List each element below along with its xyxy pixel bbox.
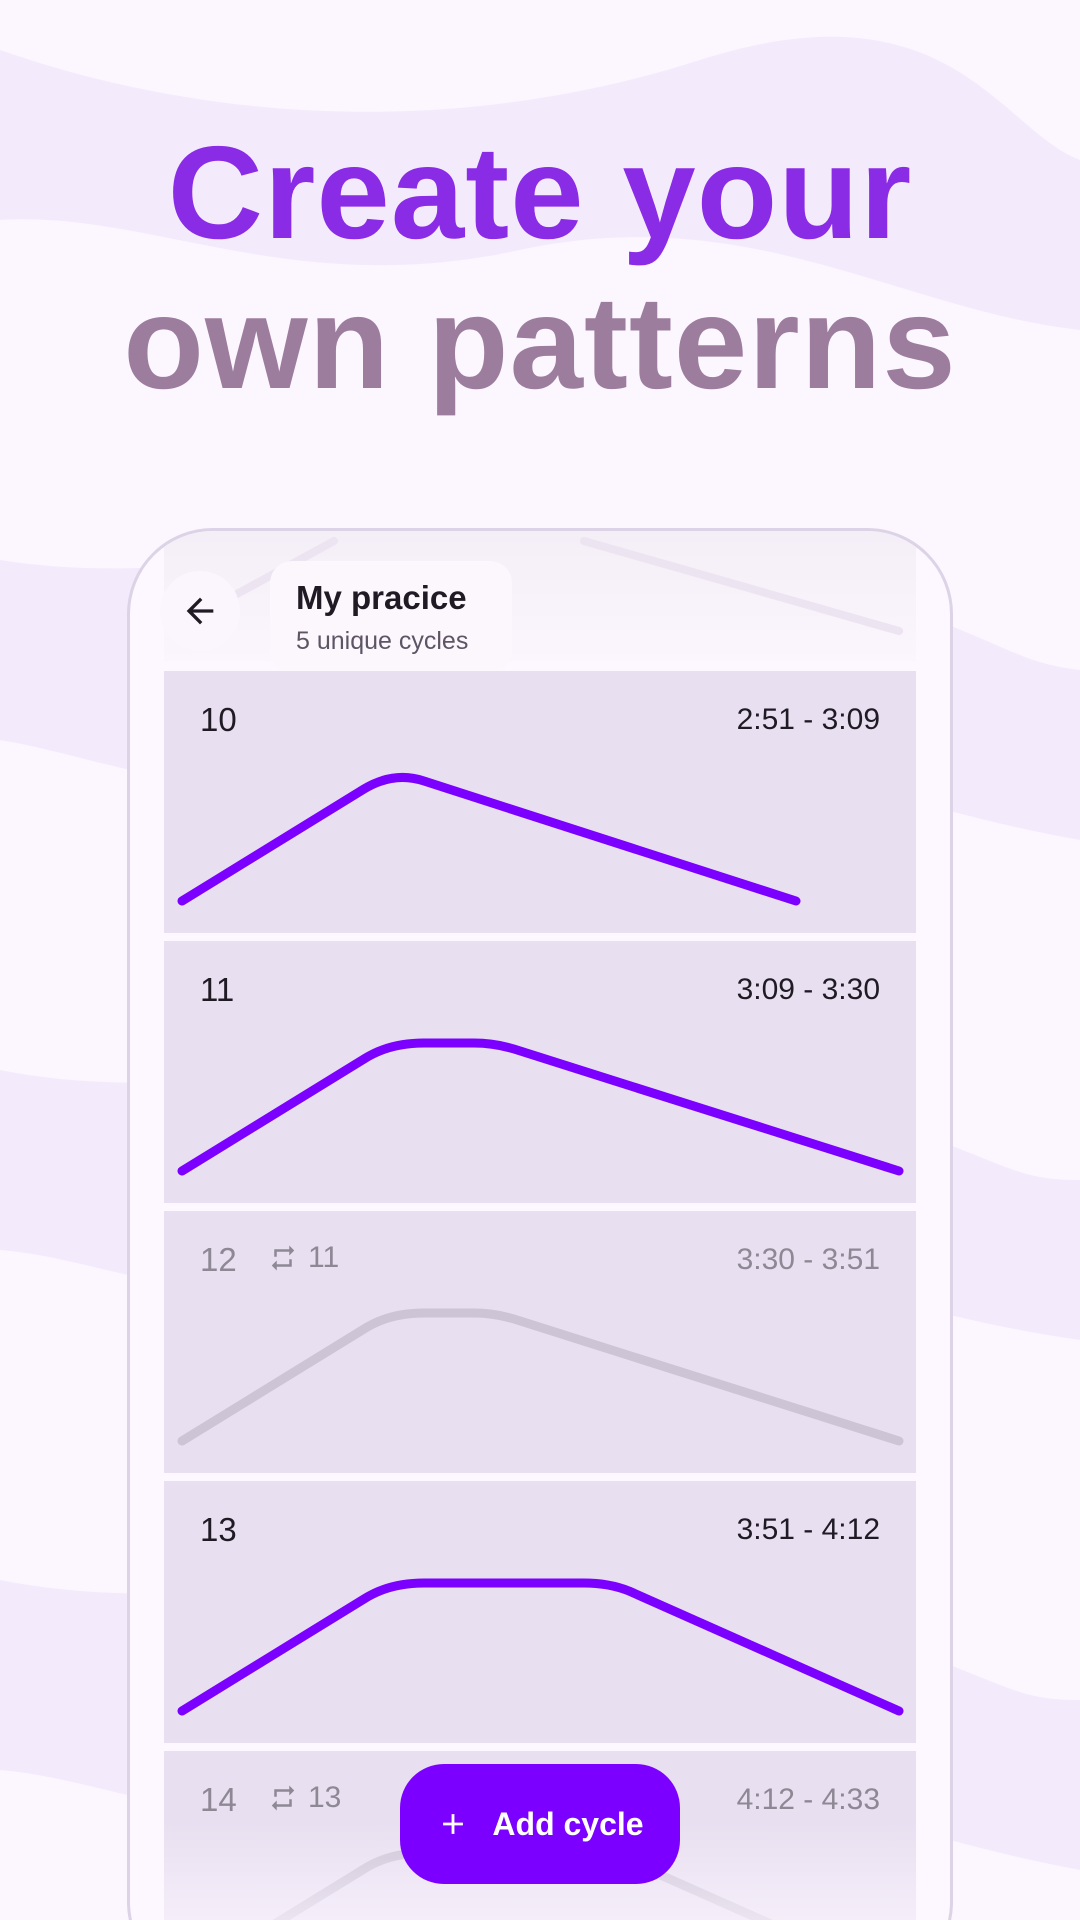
repeat-indicator: 13: [268, 1781, 341, 1815]
arrow-back-icon: [186, 597, 214, 625]
repeat-of-number: 13: [308, 1781, 342, 1814]
repeat-indicator: 11: [268, 1241, 339, 1275]
phone-frame: My pracice 5 unique cycles 10 2:51 - 3:0…: [127, 528, 953, 1920]
cycle-time-range: 3:09 - 3:30: [736, 973, 880, 1006]
cycle-number: 13: [200, 1511, 237, 1548]
back-button[interactable]: [160, 571, 240, 651]
cycle-card-10[interactable]: 10 2:51 - 3:09: [164, 671, 916, 933]
cycle-time-range: 3:51 - 4:12: [736, 1513, 880, 1546]
cycle-time-range: 4:12 - 4:33: [736, 1783, 880, 1816]
cycle-number: 12: [200, 1241, 237, 1278]
top-bar: My pracice 5 unique cycles: [160, 531, 916, 673]
headline: Create your own patterns: [0, 118, 1080, 418]
add-cycle-button[interactable]: Add cycle: [400, 1764, 680, 1884]
cycle-card-13[interactable]: 13 3:51 - 4:12: [164, 1481, 916, 1743]
headline-line-1: Create your: [167, 119, 913, 266]
cycle-time-range: 3:30 - 3:51: [736, 1243, 880, 1276]
cycle-time-range: 2:51 - 3:09: [736, 703, 880, 736]
cycle-card-12[interactable]: 12 11 3:30 - 3:51: [164, 1211, 916, 1473]
repeat-of-number: 11: [308, 1241, 340, 1274]
add-cycle-label: Add cycle: [492, 1805, 644, 1842]
headline-line-2: own patterns: [123, 269, 957, 416]
title-card: My pracice 5 unique cycles: [270, 561, 512, 673]
screen-title: My pracice: [296, 579, 467, 616]
repeat-icon: [271, 1245, 295, 1271]
cycle-number: 14: [200, 1781, 237, 1818]
cycle-card-11[interactable]: 11 3:09 - 3:30: [164, 941, 916, 1203]
cycle-number: 10: [200, 701, 237, 738]
screen-subtitle: 5 unique cycles: [296, 627, 469, 655]
cycle-number: 11: [200, 971, 235, 1008]
repeat-icon: [271, 1785, 295, 1811]
practice-screen: My pracice 5 unique cycles 10 2:51 - 3:0…: [160, 531, 916, 1920]
plus-icon: [443, 1814, 464, 1834]
